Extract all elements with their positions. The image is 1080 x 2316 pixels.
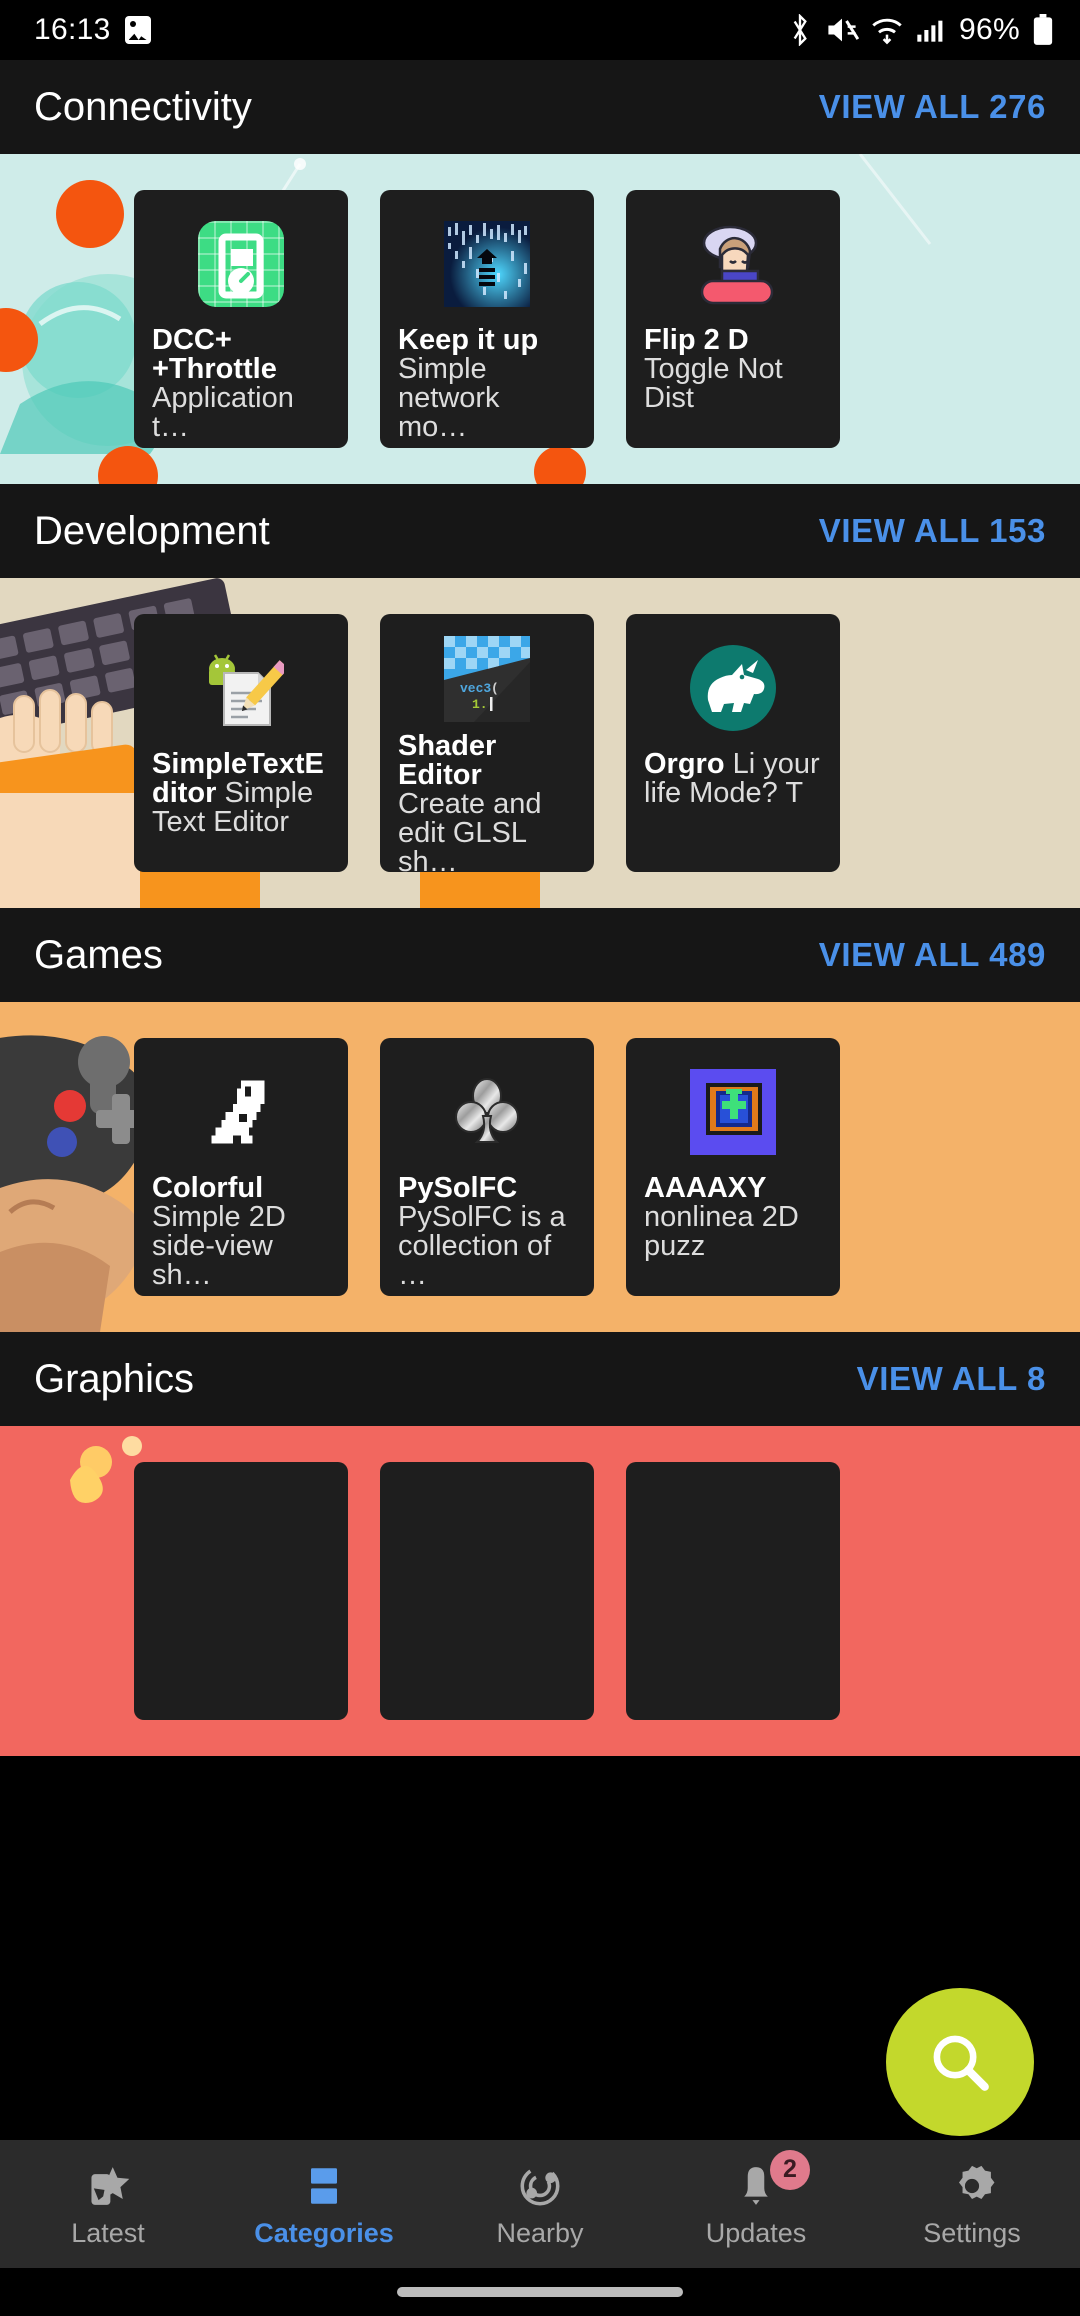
updates-badge: 2	[770, 2149, 810, 2190]
app-card[interactable]	[380, 1462, 594, 1720]
section-strip-connectivity[interactable]: DCC+ +Throttle Application t… Keep it up…	[0, 154, 1080, 484]
section-header-games: Games VIEW ALL 489	[0, 908, 1080, 1002]
search-fab-button[interactable]	[886, 1988, 1034, 2136]
battery-percent-label: 96%	[959, 13, 1020, 46]
nav-label: Categories	[254, 2217, 394, 2248]
app-card[interactable]: SimpleTextEditor Simple Text Editor	[134, 614, 348, 872]
app-card[interactable]: DCC+ +Throttle Application t…	[134, 190, 348, 448]
app-name: Flip 2 D	[644, 324, 749, 356]
wifi-icon	[872, 18, 902, 45]
view-all-link-connectivity[interactable]: VIEW ALL 276	[819, 88, 1046, 126]
app-name: DCC+ +Throttle	[152, 324, 277, 385]
app-summary: Simple 2D side-view sh…	[152, 1201, 286, 1291]
app-card[interactable]: Keep it up Simple network mo…	[380, 190, 594, 448]
section-title: Games	[34, 932, 163, 977]
section-strip-games[interactable]: Colorful Simple 2D side-view sh… PySolFC…	[0, 1002, 1080, 1332]
bottom-navigation-bar[interactable]: Latest Categories Nearby 2 Updates Setti…	[0, 2140, 1080, 2268]
dcc-throttle-icon	[198, 221, 284, 307]
view-all-link-graphics[interactable]: VIEW ALL 8	[857, 1360, 1046, 1398]
section-strip-graphics[interactable]	[0, 1426, 1080, 1756]
status-bar: 16:13 96%	[0, 0, 1080, 60]
app-card-text: Keep it up Simple network mo…	[398, 326, 576, 442]
app-card-text: AAAAXY nonlinea 2D puzz	[644, 1174, 822, 1261]
app-card-text: Shader Editor Create and edit GLSL sh…	[398, 730, 576, 873]
app-card-text: Flip 2 D Toggle Not Dist	[644, 326, 822, 413]
app-card-list-development[interactable]: SimpleTextEditor Simple Text Editor vec3…	[0, 578, 840, 908]
nav-label: Latest	[71, 2217, 145, 2248]
simple-text-editor-icon	[198, 645, 289, 731]
app-card-list-connectivity[interactable]: DCC+ +Throttle Application t… Keep it up…	[0, 154, 840, 484]
app-card[interactable]: AAAAXY nonlinea 2D puzz	[626, 1038, 840, 1296]
svg-text:vec3: vec3	[460, 681, 491, 696]
app-card[interactable]: Flip 2 D Toggle Not Dist	[626, 190, 840, 448]
nav-label: Nearby	[496, 2217, 584, 2248]
aaaaxy-icon	[690, 1069, 776, 1155]
section-header-graphics: Graphics VIEW ALL 8	[0, 1332, 1080, 1426]
app-card[interactable]: PySolFC PySolFC is a collection of …	[380, 1038, 594, 1296]
nav-item-settings[interactable]: Settings	[864, 2160, 1080, 2249]
app-name: Keep it up	[398, 324, 539, 356]
nav-item-updates[interactable]: 2 Updates	[648, 2149, 864, 2249]
gallery-icon	[124, 16, 151, 44]
app-summary: nonlinea 2D puzz	[644, 1201, 799, 1262]
app-name: AAAAXY	[644, 1172, 767, 1204]
orgro-unicorn-icon	[690, 645, 776, 731]
app-name: Shader Editor	[398, 730, 497, 791]
app-summary: Toggle Not Dist	[644, 353, 783, 414]
gesture-pill[interactable]	[397, 2287, 683, 2297]
section-header-connectivity: Connectivity VIEW ALL 276	[0, 60, 1080, 154]
section-title: Graphics	[34, 1356, 195, 1401]
app-card[interactable]: vec3 ( 1. Shader Editor Create and edit …	[380, 614, 594, 872]
mute-icon	[828, 18, 860, 42]
search-icon	[933, 2035, 989, 2091]
battery-icon	[1033, 14, 1053, 45]
app-card-text: SimpleTextEditor Simple Text Editor	[152, 750, 330, 837]
app-card[interactable]: Orgro Li your life Mode? T	[626, 614, 840, 872]
app-card-text: Colorful Simple 2D side-view sh…	[152, 1174, 330, 1290]
cellular-signal-icon	[917, 20, 943, 42]
app-card[interactable]: Colorful Simple 2D side-view sh…	[134, 1038, 348, 1296]
flip-2-dnd-icon	[690, 221, 776, 307]
section-title: Development	[34, 508, 270, 553]
nav-item-nearby[interactable]: Nearby	[432, 2160, 648, 2249]
app-card[interactable]	[626, 1462, 840, 1720]
svg-text:1.: 1.	[472, 697, 488, 712]
shader-editor-icon: vec3 ( 1.	[444, 636, 530, 722]
star-phone-icon	[91, 2166, 130, 2205]
view-all-link-development[interactable]: VIEW ALL 153	[819, 512, 1046, 550]
categories-icon	[311, 2167, 337, 2204]
app-card-text: PySolFC PySolFC is a collection of …	[398, 1174, 576, 1290]
view-all-link-games[interactable]: VIEW ALL 489	[819, 936, 1046, 974]
nearby-swirl-icon	[520, 2166, 560, 2205]
app-summary: Create and edit GLSL sh…	[398, 788, 542, 873]
app-card-text: Orgro Li your life Mode? T	[644, 750, 822, 808]
nav-item-categories[interactable]: Categories	[216, 2160, 432, 2249]
app-name: PySolFC	[398, 1172, 518, 1204]
app-name: Orgro	[644, 748, 725, 780]
app-name: Colorful	[152, 1172, 264, 1204]
app-card[interactable]	[134, 1462, 348, 1720]
gesture-navigation-bar	[0, 2268, 1080, 2316]
status-bar-clock: 16:13	[34, 13, 111, 46]
nav-item-latest[interactable]: Latest	[0, 2160, 216, 2249]
keep-it-up-icon	[444, 221, 530, 307]
app-card-list-games[interactable]: Colorful Simple 2D side-view sh… PySolFC…	[0, 1002, 840, 1332]
nav-label: Updates	[705, 2217, 807, 2248]
gear-icon	[959, 2165, 995, 2199]
colorful-dinosaur-icon	[198, 1069, 284, 1155]
bluetooth-icon	[793, 14, 807, 46]
app-card-list-graphics[interactable]	[0, 1426, 840, 1756]
app-summary: Simple network mo…	[398, 353, 500, 443]
app-summary: Application t…	[152, 382, 294, 443]
section-header-development: Development VIEW ALL 153	[0, 484, 1080, 578]
pysolfc-club-icon	[444, 1069, 530, 1155]
section-title: Connectivity	[34, 84, 252, 129]
app-card-text: DCC+ +Throttle Application t…	[152, 326, 330, 442]
app-summary: PySolFC is a collection of …	[398, 1201, 566, 1291]
nav-label: Settings	[923, 2217, 1021, 2248]
categories-screen: Connectivity VIEW ALL 276 DCC+ +Throttle…	[0, 60, 1080, 2316]
section-strip-development[interactable]: SimpleTextEditor Simple Text Editor vec3…	[0, 578, 1080, 908]
svg-text:(: (	[491, 681, 499, 696]
